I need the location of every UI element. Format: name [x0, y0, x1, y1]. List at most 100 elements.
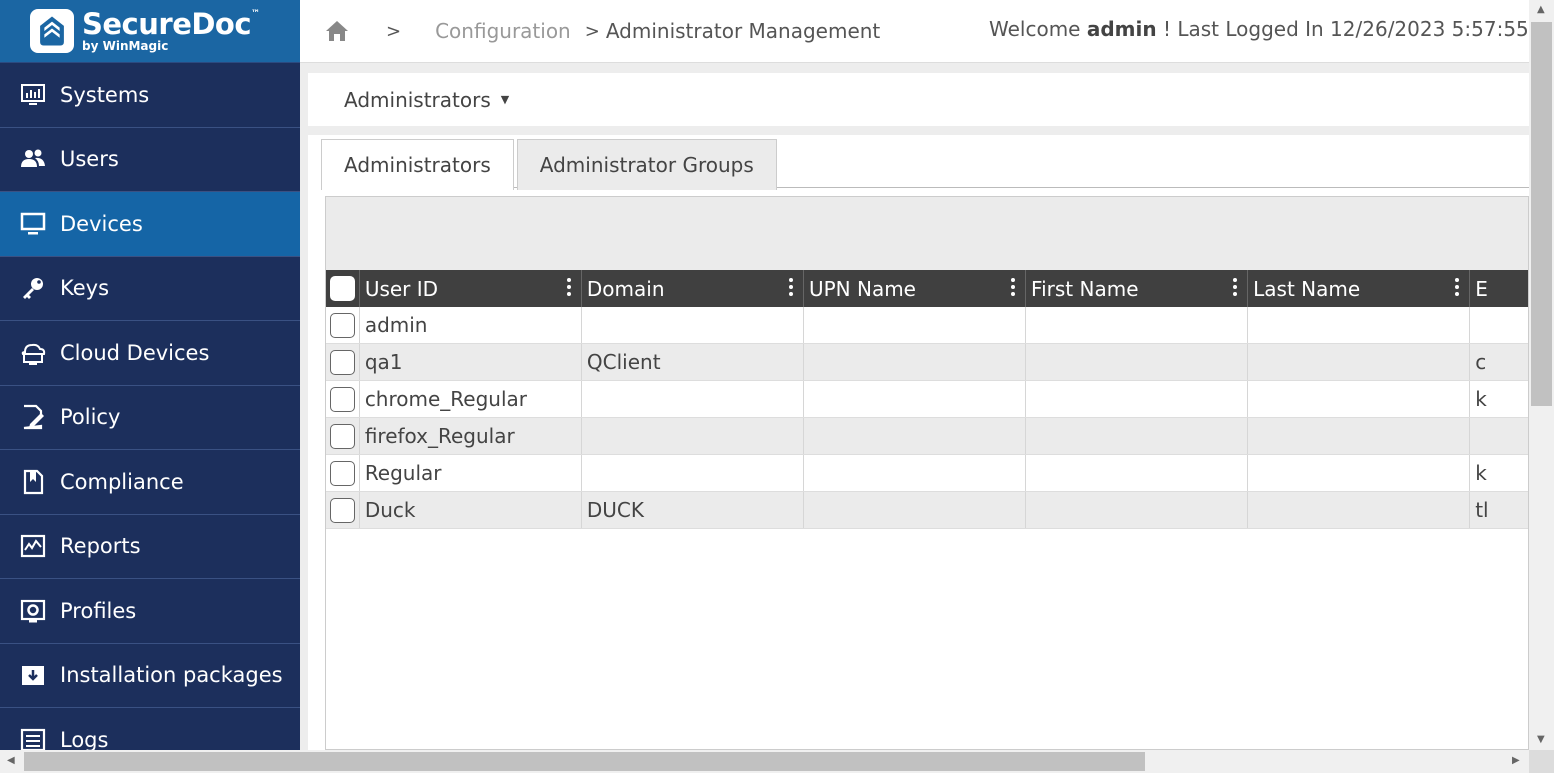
cell-e: k — [1475, 461, 1487, 485]
cell-last-name — [1248, 418, 1471, 454]
sidebar-item-policy[interactable]: Policy — [0, 386, 300, 450]
sidebar-item-compliance[interactable]: Compliance — [0, 450, 300, 515]
sidebar-item-systems[interactable]: Systems — [0, 63, 300, 128]
column-menu-icon[interactable] — [566, 278, 571, 299]
sidebar-item-label: Devices — [60, 211, 143, 236]
sidebar-item-keys[interactable]: Keys — [0, 257, 300, 321]
column-header-first-name[interactable]: First Name — [1026, 270, 1249, 307]
home-icon[interactable] — [324, 18, 350, 44]
sidebar-item-reports[interactable]: Reports — [0, 515, 300, 579]
cell-last-name — [1248, 307, 1471, 343]
cell-last-name — [1248, 492, 1471, 528]
cell-upn-name — [804, 418, 1027, 454]
sidebar: SecureDoc™ by WinMagic Systems Users Dev… — [0, 0, 300, 750]
cell-user-id: qa1 — [360, 344, 582, 380]
table-row[interactable]: admin — [326, 307, 1528, 344]
grid-header: User ID Domain UPN Name First Name Last … — [326, 270, 1528, 307]
row-checkbox[interactable] — [330, 423, 355, 449]
column-menu-icon[interactable] — [1011, 278, 1016, 299]
cell-upn-name — [804, 381, 1027, 417]
logo-subtitle: by WinMagic — [82, 39, 169, 53]
cell-user-id: Duck — [360, 492, 582, 528]
tab-administrators[interactable]: Administrators — [321, 139, 514, 190]
users-icon — [18, 144, 48, 174]
cell-user-id: firefox_Regular — [360, 418, 582, 454]
tab-bar: Administrators Administrator Groups — [321, 139, 780, 190]
table-row[interactable]: firefox_Regular — [326, 418, 1528, 455]
top-bar: > Configuration > Administrator Manageme… — [300, 0, 1529, 63]
cell-last-name — [1248, 344, 1471, 380]
cell-last-name — [1248, 455, 1471, 491]
securedoc-logo-icon — [30, 9, 74, 53]
column-menu-icon[interactable] — [1455, 278, 1460, 299]
cell-e: tl — [1475, 498, 1489, 522]
tab-administrator-groups[interactable]: Administrator Groups — [516, 139, 777, 190]
reports-icon — [18, 531, 48, 561]
breadcrumb-separator: > — [386, 20, 402, 42]
column-header-upn-name[interactable]: UPN Name — [804, 270, 1027, 307]
cell-user-id: chrome_Regular — [360, 381, 582, 417]
row-checkbox[interactable] — [330, 349, 355, 375]
cell-domain — [582, 455, 804, 491]
logo-title: SecureDoc — [82, 7, 252, 41]
table-row[interactable]: Duck DUCK tl — [326, 492, 1528, 529]
cell-e: c — [1475, 350, 1487, 374]
sidebar-item-label: Policy — [60, 405, 121, 430]
sidebar-item-label: Systems — [60, 82, 150, 107]
logo[interactable]: SecureDoc™ by WinMagic — [0, 0, 300, 63]
cell-domain — [582, 307, 804, 343]
table-row[interactable]: chrome_Regular k — [326, 381, 1528, 418]
sidebar-item-label: Profiles — [60, 598, 137, 623]
cell-e — [1470, 307, 1528, 343]
column-header-user-id[interactable]: User ID — [360, 270, 582, 307]
cell-first-name — [1026, 455, 1249, 491]
scroll-up-icon[interactable]: ▲ — [1537, 4, 1545, 15]
table-row[interactable]: qa1 QClient c — [326, 344, 1528, 381]
horizontal-scrollbar[interactable]: ◀ ▶ — [0, 750, 1529, 773]
administrators-grid: User ID Domain UPN Name First Name Last … — [325, 196, 1529, 750]
compliance-icon — [18, 467, 48, 497]
sidebar-item-label: Installation packages — [60, 663, 283, 688]
breadcrumb-configuration[interactable]: Configuration — [435, 19, 571, 43]
vertical-scroll-thumb[interactable] — [1531, 22, 1552, 406]
cell-upn-name — [804, 492, 1027, 528]
row-checkbox[interactable] — [330, 460, 355, 486]
cell-domain — [582, 381, 804, 417]
cell-first-name — [1026, 492, 1249, 528]
cell-user-id: admin — [360, 307, 582, 343]
sidebar-item-label: Reports — [60, 534, 141, 559]
row-checkbox[interactable] — [330, 312, 355, 338]
sidebar-item-cloud-devices[interactable]: Cloud Devices — [0, 321, 300, 386]
breadcrumb-separator: > — [584, 20, 600, 42]
column-header-domain[interactable]: Domain — [582, 270, 804, 307]
column-header-last-name[interactable]: Last Name — [1248, 270, 1471, 307]
horizontal-scroll-thumb[interactable] — [24, 752, 1145, 771]
sidebar-item-logs[interactable]: Logs — [0, 708, 300, 750]
cell-upn-name — [804, 455, 1027, 491]
column-header-e[interactable]: E — [1470, 270, 1528, 307]
scroll-left-icon[interactable]: ◀ — [7, 755, 15, 766]
scroll-down-icon[interactable]: ▼ — [1537, 734, 1545, 745]
sidebar-item-label: Logs — [60, 727, 109, 750]
select-all-checkbox[interactable] — [330, 276, 355, 301]
sidebar-item-profiles[interactable]: Profiles — [0, 579, 300, 644]
systems-icon — [18, 80, 48, 110]
sidebar-item-installation-packages[interactable]: Installation packages — [0, 644, 300, 708]
sidebar-item-users[interactable]: Users — [0, 128, 300, 192]
vertical-scrollbar[interactable]: ▲ ▼ — [1529, 0, 1554, 750]
cell-user-id: Regular — [360, 455, 582, 491]
column-menu-icon[interactable] — [788, 278, 793, 299]
sidebar-item-label: Keys — [60, 276, 110, 301]
row-checkbox[interactable] — [330, 386, 355, 412]
sidebar-item-label: Users — [60, 147, 119, 172]
column-menu-icon[interactable] — [1233, 278, 1238, 299]
administrators-dropdown[interactable]: Administrators ▼ — [308, 73, 1529, 126]
scroll-right-icon[interactable]: ▶ — [1512, 755, 1520, 766]
current-user: admin — [1086, 17, 1157, 41]
sidebar-item-label: Compliance — [60, 469, 184, 494]
table-row[interactable]: Regular k — [326, 455, 1528, 492]
row-checkbox[interactable] — [330, 497, 355, 523]
sidebar-item-devices[interactable]: Devices — [0, 192, 300, 257]
select-all-cell — [326, 270, 360, 307]
cell-e — [1470, 418, 1528, 454]
